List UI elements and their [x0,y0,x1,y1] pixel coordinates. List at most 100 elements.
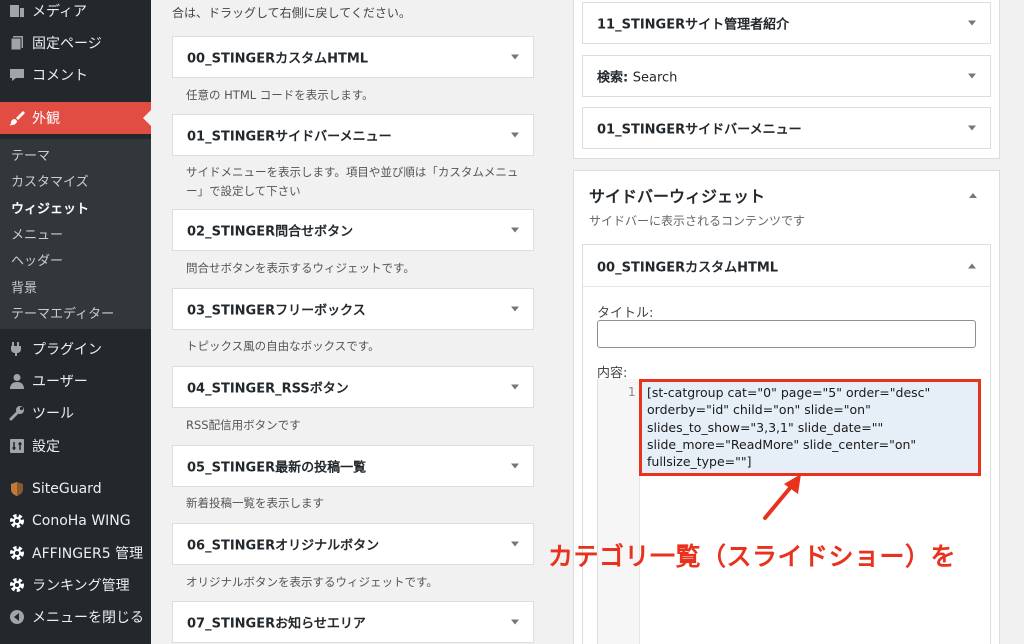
sidebar-item-label: コメント [32,68,88,84]
sidebar-item-settings[interactable]: 設定 [0,430,151,462]
sidebar-item-media[interactable]: メディア [0,0,151,27]
submenu-item-background[interactable]: 背景 [0,273,151,299]
sidebar-widget-admin-profile[interactable]: 11_STINGERサイト管理者紹介 [582,2,991,44]
widget-description: 任意の HTML コードを表示します。 [186,88,374,102]
widget-area-description: サイドバーに表示されるコンテンツです [589,214,806,228]
title-field-label: タイトル: [597,306,654,321]
code-line: slide_more="ReadMore" slide_center="on" [647,436,917,452]
sidebar-widget-search[interactable]: 検索: Search [582,55,991,97]
gear-icon [8,512,26,530]
user-icon [8,372,26,390]
settings-icon [8,437,26,455]
available-widget-03[interactable]: 03_STINGERフリーボックス [172,288,534,330]
widget-area-title[interactable]: サイドバーウィジェット [589,183,765,207]
annotation-text: カテゴリ一覧（スライドショー）を [548,542,957,571]
page-icon [8,34,26,52]
widget-description: 新着投稿一覧を表示します [186,496,324,510]
chevron-down-icon[interactable] [511,54,519,60]
sidebar-item-label: ユーザー [32,374,88,390]
sidebar-item-label: 設定 [32,439,60,455]
sidebar-item-conoha-wing[interactable]: ConoHa WING [0,505,151,537]
chevron-down-icon[interactable] [511,132,519,138]
sidebar-item-label: SiteGuard [32,481,102,497]
widget-title: 00_STINGERカスタムHTML [187,51,369,67]
submenu-item-widgets[interactable]: ウィジェット [0,194,151,220]
available-widget-02[interactable]: 02_STINGER問合せボタン [172,209,534,251]
available-widget-05[interactable]: 05_STINGER最新の投稿一覧 [172,445,534,487]
available-widget-01[interactable]: 01_STINGERサイドバーメニュー [172,114,534,156]
sidebar-item-comments[interactable]: コメント [0,59,151,91]
sidebar-widget-sidebar-menu[interactable]: 01_STINGERサイドバーメニュー [582,107,991,149]
gear-icon [8,544,26,562]
sidebar-item-plugins[interactable]: プラグイン [0,333,151,365]
widget-description: オリジナルボタンを表示するウィジェットです。 [186,575,438,589]
widget-title-input[interactable] [597,320,976,348]
submenu-item-theme[interactable]: テーマ [0,141,151,167]
sidebar-item-appearance[interactable]: 外観 [0,102,151,134]
available-widget-00[interactable]: 00_STINGERカスタムHTML [172,36,534,78]
sidebar-item-ranking[interactable]: ランキング管理 [0,569,151,601]
open-widget-custom-html: 00_STINGERカスタムHTML タイトル: 内容: 1 [st-catgr… [582,244,991,644]
line-number: 1 [628,385,636,399]
collapse-menu-button[interactable]: メニューを閉じる [0,601,151,633]
sidebar-item-label: ランキング管理 [32,578,130,594]
sidebar-item-label: 固定ページ [32,36,102,52]
sidebar-item-siteguard[interactable]: SiteGuard [0,473,151,505]
widget-title: 03_STINGERフリーボックス [187,303,366,319]
chevron-up-icon[interactable] [968,263,976,268]
sidebar-item-label: 外観 [32,111,60,127]
widget-title: 05_STINGER最新の投稿一覧 [187,460,367,476]
plugin-icon [8,340,26,358]
submenu-item-header[interactable]: ヘッダー [0,246,151,272]
submenu-item-customize[interactable]: カスタマイズ [0,167,151,193]
sidebar-item-pages[interactable]: 固定ページ [0,27,151,59]
chevron-down-icon[interactable] [511,306,519,312]
widget-title: 02_STINGER問合せボタン [187,224,354,240]
open-widget-header[interactable]: 00_STINGERカスタムHTML [583,245,990,287]
siteguard-icon [8,480,26,498]
widget-title: 06_STINGERオリジナルボタン [187,538,380,554]
admin-sidebar: メディア 固定ページ コメント 外観 テーマ カスタマイズ ウィジェット メニュ… [0,0,151,644]
sidebar-item-label: メニューを閉じる [32,610,144,626]
chevron-up-icon[interactable] [969,193,977,198]
sidebar-item-label: AFFINGER5 管理 [32,546,144,562]
available-widget-07[interactable]: 07_STINGERお知らせエリア [172,601,534,643]
chevron-down-icon[interactable] [511,227,519,233]
editor-gutter [598,379,640,644]
widget-title: 01_STINGERサイドバーメニュー [187,129,392,145]
comment-icon [8,66,26,84]
widget-title: 07_STINGERお知らせエリア [187,616,366,632]
chevron-down-icon[interactable] [511,541,519,547]
appearance-brush-icon [8,109,26,127]
chevron-down-icon[interactable] [968,20,976,26]
sidebar-item-tools[interactable]: ツール [0,397,151,429]
code-line: fullsize_type=""] [647,454,752,470]
wrench-icon [8,404,26,422]
available-widget-06[interactable]: 06_STINGERオリジナルボタン [172,523,534,565]
chevron-down-icon[interactable] [511,619,519,625]
widget-title: 検索: Search [597,70,678,86]
code-line: [st-catgroup cat="0" page="5" order="des… [647,385,931,400]
sidebar-item-label: ツール [32,406,74,422]
widget-title: 04_STINGER_RSSボタン [187,381,349,397]
chevron-down-icon[interactable] [968,73,976,79]
available-widget-04[interactable]: 04_STINGER_RSSボタン [172,366,534,408]
sidebar-item-affinger5[interactable]: AFFINGER5 管理 [0,537,151,569]
media-icon [8,2,26,20]
widget-title: 01_STINGERサイドバーメニュー [597,122,802,138]
submenu-item-menus[interactable]: メニュー [0,220,151,246]
submenu-item-theme-editor[interactable]: テーマエディター [0,299,151,325]
sidebar-item-users[interactable]: ユーザー [0,365,151,397]
annotation-arrow-icon [763,474,801,520]
chevron-down-icon[interactable] [968,125,976,131]
widget-title: 00_STINGERカスタムHTML [597,260,779,275]
chevron-down-icon[interactable] [511,384,519,390]
sidebar-item-label: プラグイン [32,342,102,358]
sidebar-item-label: ConoHa WING [32,513,131,529]
available-widgets-intro: 合は、ドラッグして右側に戻してください。 [172,6,411,20]
widget-title: 11_STINGERサイト管理者紹介 [597,17,790,33]
gear-icon [8,576,26,594]
chevron-down-icon[interactable] [511,463,519,469]
code-line: orderby="id" child="on" slide="on" [647,402,871,418]
code-line: slides_to_show="3,3,1" slide_date="" [647,419,884,435]
